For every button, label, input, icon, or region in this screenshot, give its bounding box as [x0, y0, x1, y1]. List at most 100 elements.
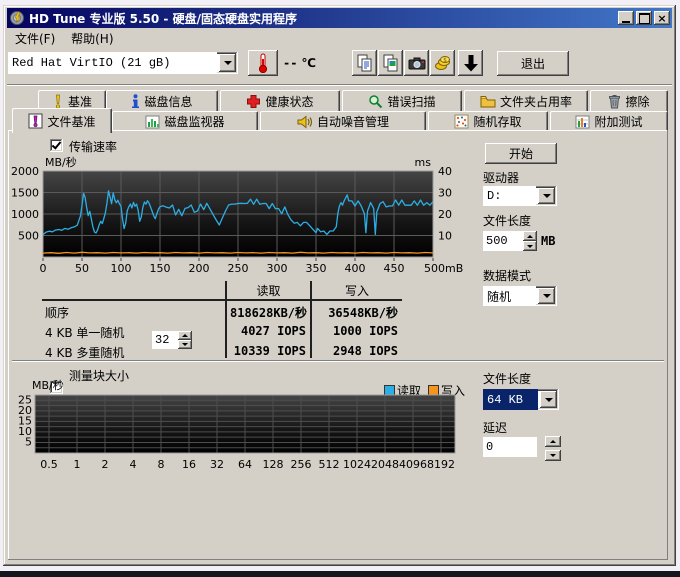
- menu-help[interactable]: 帮助(H): [65, 28, 119, 49]
- benchmark-icon: [52, 94, 64, 109]
- close-icon: ×: [657, 13, 666, 24]
- magnifier-icon: [368, 94, 383, 109]
- maximize-button[interactable]: [636, 11, 652, 25]
- tab-label: 自动噪音管理: [317, 113, 389, 130]
- copy-image-icon: [382, 54, 400, 72]
- tab-health[interactable]: 健康状态: [220, 90, 340, 112]
- drive-select-value: Red Hat VirtIO (21 gB): [8, 52, 217, 74]
- col-header-read: 读取: [227, 282, 310, 299]
- maximize-icon: [639, 13, 650, 24]
- delay-value[interactable]: 0: [483, 437, 537, 457]
- svg-text:350: 350: [306, 262, 327, 275]
- tab-erase[interactable]: 擦除: [590, 90, 668, 112]
- tab-random-access[interactable]: 随机存取: [428, 111, 548, 131]
- file-benchmark-icon: [28, 113, 43, 129]
- spin-up-icon[interactable]: [178, 331, 192, 340]
- chevron-down-icon[interactable]: [219, 54, 236, 72]
- delay-field[interactable]: 0: [483, 437, 537, 457]
- close-button[interactable]: ×: [654, 11, 670, 25]
- transfer-rate-checkbox[interactable]: [50, 139, 63, 152]
- copy-image-button[interactable]: [378, 50, 403, 76]
- block-file-length-value: 64 KB: [483, 389, 538, 410]
- drive-select-combo[interactable]: Red Hat VirtIO (21 gB): [8, 52, 238, 74]
- row-label-sequential: 顺序: [45, 304, 69, 321]
- tab-label: 磁盘监视器: [164, 113, 224, 130]
- sequential-write-value: 36548KB/秒: [314, 304, 398, 321]
- section-separator: [12, 360, 664, 362]
- data-mode-label: 数据模式: [483, 267, 531, 284]
- svg-text:MB/秒: MB/秒: [32, 378, 64, 392]
- tab-label: 擦除: [625, 93, 649, 110]
- menu-file[interactable]: 文件(F): [9, 28, 61, 49]
- tab-label: 健康状态: [265, 93, 313, 110]
- svg-text:32: 32: [210, 458, 224, 471]
- toolbar-separator: [7, 84, 672, 86]
- screenshot-button[interactable]: [404, 50, 429, 76]
- svg-text:256: 256: [291, 458, 312, 471]
- svg-text:1500: 1500: [11, 187, 39, 200]
- svg-text:500: 500: [18, 230, 39, 243]
- exit-button-label: 退出: [521, 55, 545, 72]
- svg-text:2000: 2000: [11, 165, 39, 178]
- file-length-spinner[interactable]: 500: [483, 231, 537, 251]
- start-button[interactable]: 开始: [485, 143, 557, 164]
- delay-label: 延迟: [483, 419, 507, 436]
- temperature-readout: -- ℃: [283, 55, 316, 71]
- svg-text:MB/秒: MB/秒: [45, 155, 77, 169]
- trash-icon: [608, 94, 621, 109]
- save-results-button[interactable]: [458, 50, 483, 76]
- svg-text:4: 4: [130, 458, 137, 471]
- tab-disk-monitor[interactable]: 磁盘监视器: [112, 111, 258, 131]
- svg-text:1: 1: [74, 458, 81, 471]
- svg-text:250: 250: [228, 262, 249, 275]
- drive-combo[interactable]: D:: [483, 186, 557, 206]
- tab-folder-usage[interactable]: 文件夹占用率: [464, 90, 588, 112]
- queue-depth-spinner[interactable]: 32: [152, 331, 192, 349]
- donate-button[interactable]: $: [430, 50, 455, 76]
- tab-file-benchmark-active[interactable]: 文件基准: [12, 108, 112, 133]
- spin-up-icon[interactable]: [523, 231, 537, 241]
- svg-text:300: 300: [267, 262, 288, 275]
- copy-text-button[interactable]: [352, 50, 377, 76]
- chevron-down-icon[interactable]: [538, 188, 555, 204]
- minimize-button[interactable]: [618, 11, 634, 25]
- data-mode-value: 随机: [483, 286, 536, 306]
- chevron-down-icon[interactable]: [540, 391, 557, 408]
- tab-error-scan[interactable]: 错误扫描: [342, 90, 462, 112]
- title-bar[interactable]: HD Tune 专业版 5.50 - 硬盘/固态硬盘实用程序 ×: [7, 8, 672, 28]
- app-icon: [9, 10, 25, 26]
- temperature-button[interactable]: [248, 50, 278, 76]
- coins-icon: $: [434, 54, 452, 72]
- screen-bottom-edge: [0, 571, 680, 577]
- thermometer-icon: [256, 53, 270, 73]
- svg-text:0: 0: [40, 262, 47, 275]
- exit-button[interactable]: 退出: [497, 51, 569, 76]
- tab-extra-tests[interactable]: 附加测试: [550, 111, 668, 131]
- tab-label: 文件夹占用率: [500, 93, 572, 110]
- svg-text:20: 20: [438, 208, 452, 221]
- spin-down-icon[interactable]: [523, 241, 537, 251]
- file-length-value[interactable]: 500: [483, 231, 523, 251]
- tab-aam[interactable]: 自动噪音管理: [260, 111, 426, 131]
- delay-spin-down-button[interactable]: [545, 450, 561, 461]
- info-icon: [131, 94, 140, 109]
- block-file-length-combo[interactable]: 64 KB: [483, 389, 559, 410]
- svg-text:25: 25: [18, 393, 32, 406]
- spin-down-icon[interactable]: [178, 340, 192, 349]
- data-mode-combo[interactable]: 随机: [483, 286, 557, 306]
- chevron-down-icon[interactable]: [538, 288, 555, 304]
- svg-text:50: 50: [75, 262, 89, 275]
- minimize-icon: [622, 21, 630, 23]
- queue-depth-value[interactable]: 32: [152, 331, 178, 349]
- delay-spin-up-button[interactable]: [545, 436, 561, 447]
- tab-label: 磁盘信息: [144, 93, 192, 110]
- svg-text:4096: 4096: [399, 458, 427, 471]
- svg-text:1024: 1024: [343, 458, 371, 471]
- svg-text:0.5: 0.5: [40, 458, 58, 471]
- file-length-unit: MB: [541, 234, 555, 248]
- tab-label: 随机存取: [473, 113, 521, 130]
- block-size-chart: 0.51248163264128256512102420484096819251…: [10, 378, 470, 473]
- tab-disk-info[interactable]: 磁盘信息: [106, 90, 218, 112]
- copy-text-icon: [356, 54, 374, 72]
- svg-text:10: 10: [438, 230, 452, 243]
